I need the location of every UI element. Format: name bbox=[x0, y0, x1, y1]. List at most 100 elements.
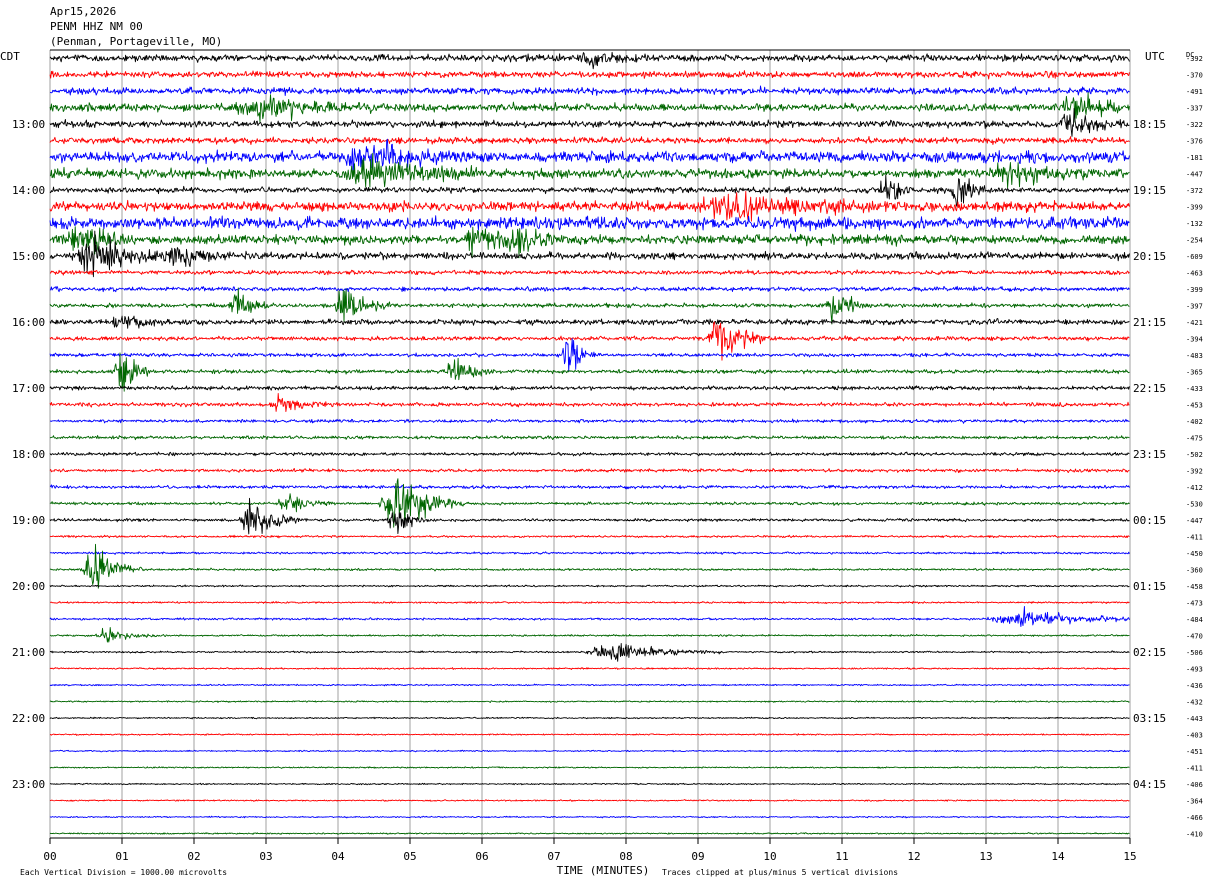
trace-4 bbox=[49, 107, 1130, 137]
dc-offset-35: -470 bbox=[1186, 633, 1203, 641]
trace-9 bbox=[49, 190, 1130, 222]
dc-offset-25: -392 bbox=[1186, 468, 1203, 476]
helicorder-chart: Apr15,2026 PENM HHZ NM 00 (Penman, Porta… bbox=[0, 5, 1203, 877]
dc-offset-20: -433 bbox=[1186, 385, 1203, 393]
left-hour-label-6: 19:00 bbox=[12, 514, 45, 527]
x-tick-label-9: 09 bbox=[691, 850, 704, 863]
footer-vertical-division: Each Vertical Division = 1000.00 microvo… bbox=[20, 868, 227, 877]
dc-offset-41: -403 bbox=[1186, 732, 1203, 740]
trace-33 bbox=[50, 600, 1130, 605]
right-hour-label-0: 18:15 bbox=[1133, 118, 1166, 131]
right-hour-label-10: 04:15 bbox=[1133, 778, 1166, 791]
dc-offset-11: -254 bbox=[1186, 237, 1203, 245]
dc-offset-0: -392 bbox=[1186, 55, 1203, 63]
x-tick-label-11: 11 bbox=[835, 850, 848, 863]
dc-offset-46: -466 bbox=[1186, 814, 1203, 822]
dc-offset-12: -609 bbox=[1186, 253, 1203, 261]
trace-43 bbox=[49, 766, 1130, 769]
dc-offset-1: -370 bbox=[1186, 72, 1203, 80]
trace-1 bbox=[49, 70, 1130, 80]
dc-offset-21: -453 bbox=[1186, 402, 1203, 410]
dc-offset-27: -530 bbox=[1186, 501, 1203, 509]
right-hour-label-5: 23:15 bbox=[1133, 448, 1166, 461]
dc-offset-2: -491 bbox=[1186, 88, 1203, 96]
dc-offset-38: -436 bbox=[1186, 682, 1203, 690]
left-hour-label-7: 20:00 bbox=[12, 580, 45, 593]
trace-29 bbox=[49, 534, 1130, 539]
dc-offset-44: -406 bbox=[1186, 781, 1203, 789]
dc-offset-37: -493 bbox=[1186, 666, 1203, 674]
x-tick-label-2: 02 bbox=[187, 850, 200, 863]
x-tick-label-8: 08 bbox=[619, 850, 632, 863]
dc-offset-18: -483 bbox=[1186, 352, 1203, 360]
dc-offset-13: -463 bbox=[1186, 270, 1203, 278]
right-hour-label-2: 20:15 bbox=[1133, 250, 1166, 263]
trace-32 bbox=[49, 584, 1130, 588]
x-tick-label-0: 00 bbox=[43, 850, 56, 863]
trace-15 bbox=[49, 287, 1130, 325]
x-tick-label-14: 14 bbox=[1051, 850, 1065, 863]
dc-offset-31: -360 bbox=[1186, 567, 1203, 575]
dc-offset-7: -447 bbox=[1186, 171, 1203, 179]
left-hour-label-3: 16:00 bbox=[12, 316, 45, 329]
header-station: PENM HHZ NM 00 bbox=[50, 20, 143, 33]
trace-31 bbox=[49, 543, 1130, 589]
dc-offset-10: -132 bbox=[1186, 220, 1203, 228]
dc-offset-47: -410 bbox=[1186, 831, 1203, 839]
right-hour-label-7: 01:15 bbox=[1133, 580, 1166, 593]
trace-39 bbox=[49, 700, 1130, 703]
dc-offset-39: -432 bbox=[1186, 699, 1203, 707]
dc-offset-24: -502 bbox=[1186, 451, 1203, 459]
minute-grid bbox=[49, 49, 1131, 839]
dc-offset-14: -399 bbox=[1186, 286, 1203, 294]
dc-offset-9: -399 bbox=[1186, 204, 1203, 212]
left-hour-label-1: 14:00 bbox=[12, 184, 45, 197]
trace-16 bbox=[49, 315, 1130, 329]
dc-offset-22: -402 bbox=[1186, 418, 1203, 426]
dc-offset-32: -458 bbox=[1186, 583, 1203, 591]
dc-offset-4: -322 bbox=[1186, 121, 1203, 129]
trace-0 bbox=[49, 51, 1130, 70]
right-hour-label-1: 19:15 bbox=[1133, 184, 1166, 197]
dc-offset-5: -376 bbox=[1186, 138, 1203, 146]
x-tick-label-13: 13 bbox=[979, 850, 992, 863]
trace-20 bbox=[49, 385, 1130, 391]
trace-42 bbox=[49, 749, 1130, 753]
left-hour-label-2: 15:00 bbox=[12, 250, 45, 263]
trace-2 bbox=[49, 85, 1130, 97]
trace-11 bbox=[49, 226, 1130, 259]
trace-23 bbox=[49, 435, 1130, 441]
dc-offset-23: -475 bbox=[1186, 435, 1203, 443]
trace-13 bbox=[49, 269, 1130, 276]
right-hour-label-3: 21:15 bbox=[1133, 316, 1166, 329]
dc-offset-34: -484 bbox=[1186, 616, 1203, 624]
trace-26 bbox=[49, 484, 1130, 490]
trace-8 bbox=[49, 174, 1130, 208]
dc-offset-19: -365 bbox=[1186, 369, 1203, 377]
x-tick-label-10: 10 bbox=[763, 850, 776, 863]
trace-14 bbox=[49, 285, 1130, 293]
trace-38 bbox=[49, 683, 1130, 687]
right-hour-label-8: 02:15 bbox=[1133, 646, 1166, 659]
dc-offset-values: -392 -370 -491 -337 -322 -376 -181 -447 -372 -399… bbox=[1186, 55, 1203, 839]
dc-offset-40: -443 bbox=[1186, 715, 1203, 723]
trace-46 bbox=[49, 815, 1130, 819]
right-hour-labels: 18:15 19:15 20:15 21:15 22:15 23:15 00:15 01:15… bbox=[1133, 118, 1166, 791]
trace-44 bbox=[49, 782, 1130, 786]
right-timezone-label: UTC bbox=[1145, 50, 1165, 63]
dc-offset-45: -364 bbox=[1186, 798, 1203, 806]
x-tick-label-6: 06 bbox=[475, 850, 488, 863]
x-tick-label-12: 12 bbox=[907, 850, 920, 863]
trace-37 bbox=[49, 667, 1130, 670]
x-tick-label-1: 01 bbox=[115, 850, 128, 863]
dc-offset-42: -451 bbox=[1186, 748, 1203, 756]
left-hour-label-10: 23:00 bbox=[12, 778, 45, 791]
left-hour-label-8: 21:00 bbox=[12, 646, 45, 659]
dc-offset-6: -181 bbox=[1186, 154, 1203, 162]
dc-offset-3: -337 bbox=[1186, 105, 1203, 113]
dc-offset-30: -450 bbox=[1186, 550, 1203, 558]
dc-offset-29: -411 bbox=[1186, 534, 1203, 542]
x-tick-label-5: 05 bbox=[403, 850, 416, 863]
chart-header: Apr15,2026 PENM HHZ NM 00 (Penman, Porta… bbox=[50, 5, 222, 48]
seismic-traces bbox=[49, 51, 1130, 835]
